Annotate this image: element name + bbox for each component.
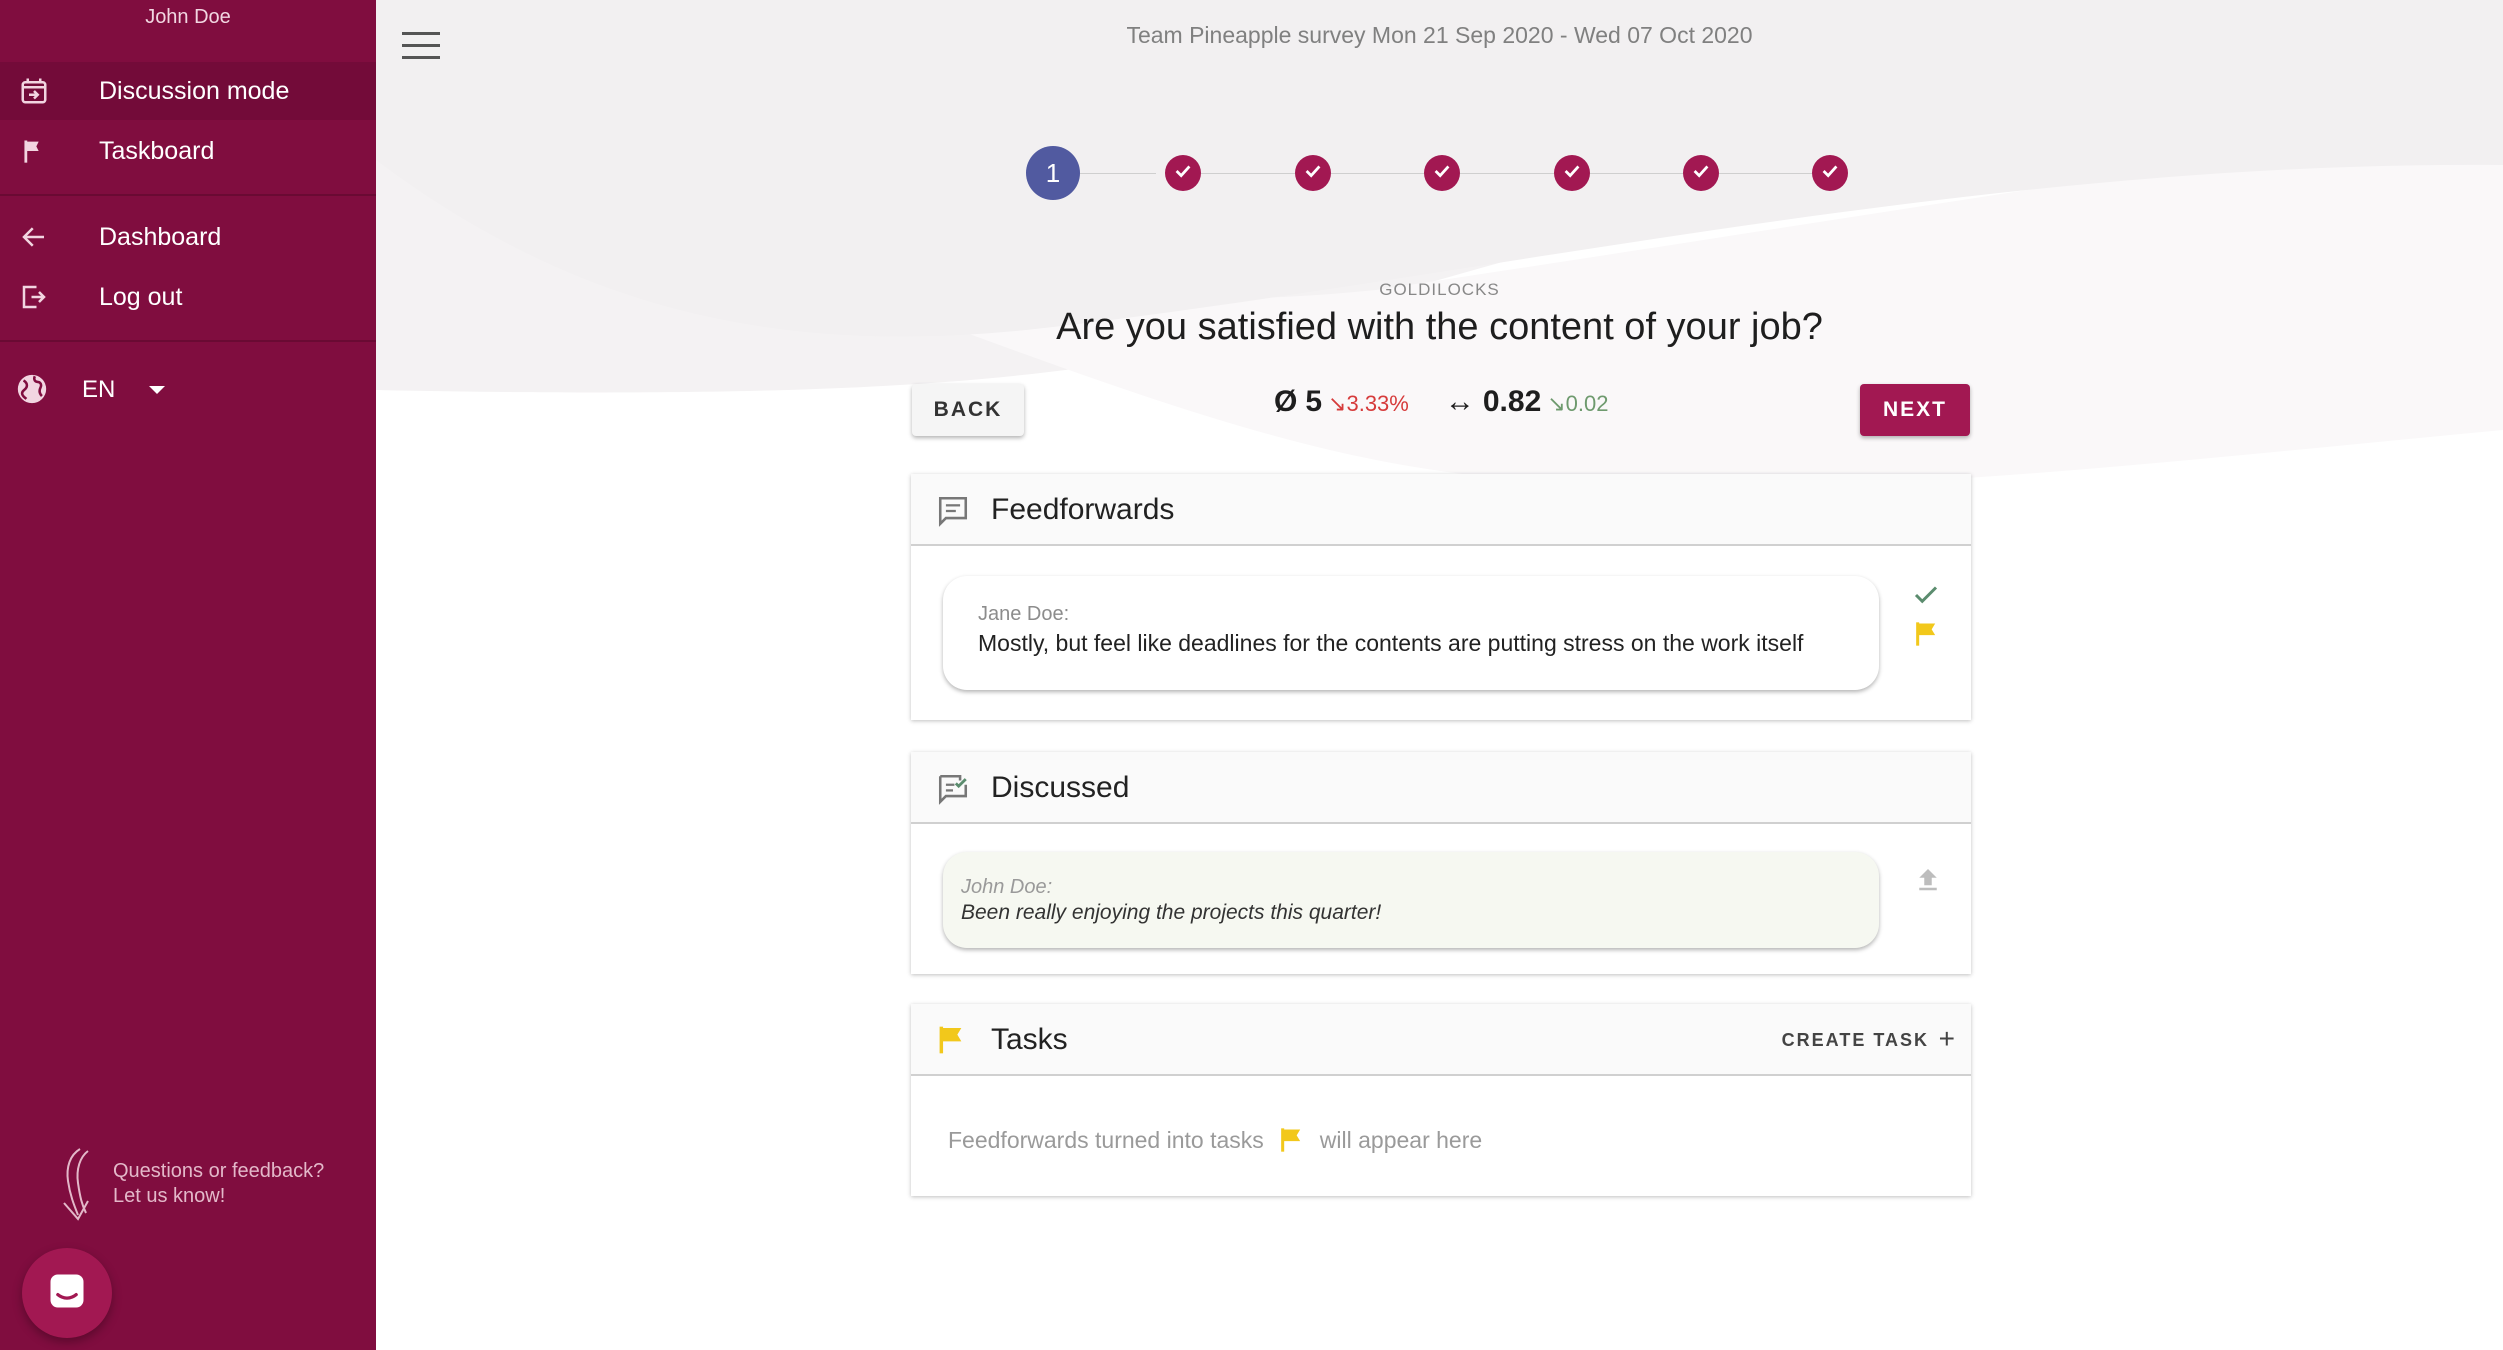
average-value: 5 [1305,385,1323,418]
card-header: Tasks CREATE TASK + [911,1004,1971,1076]
spread-delta: ↘0.02 [1547,391,1609,416]
card-title: Feedforwards [991,493,1175,526]
main-content: Team Pineapple survey Mon 21 Sep 2020 - … [376,0,2503,1350]
sidebar-item-log-out[interactable]: Log out [0,268,376,326]
feedback-prompt: Questions or feedback? Let us know! [50,1145,350,1225]
check-icon [1690,160,1712,187]
tasks-card: Tasks CREATE TASK + Feedforwards turned … [911,1004,1971,1196]
step-completed[interactable] [1683,155,1719,191]
step-current[interactable]: 1 [1026,146,1080,200]
empty-text-after: will appear here [1319,1126,1483,1153]
chevron-down-icon [149,386,165,394]
discussed-card: Discussed John Doe: Been really enjoying… [911,752,1971,974]
question-stats: Ø 5 ↘3.33% ↔ 0.82 ↘0.02 [1274,385,1609,425]
discussed-message: Been really enjoying the projects this q… [961,901,1382,924]
check-icon [1819,160,1841,187]
discussed-author: John Doe: [961,876,1053,898]
mark-discussed-check-icon[interactable] [1911,580,1941,615]
sidebar-item-label: Taskboard [99,136,215,165]
chat-button[interactable] [22,1248,112,1338]
next-button[interactable]: NEXT [1860,384,1970,436]
chat-icon [45,1269,89,1318]
step-completed[interactable] [1812,155,1848,191]
step-completed[interactable] [1295,155,1331,191]
question-category: GOLDILOCKS [1379,280,1500,299]
language-code: EN [82,376,116,403]
calendar-arrow-icon [17,74,51,108]
feedforward-bubble: Jane Doe: Mostly, but feel like deadline… [943,576,1879,690]
flag-icon [1278,1126,1306,1154]
step-connector [1201,173,1295,174]
question-text: Are you satisfied with the content of yo… [1056,306,1823,348]
card-title: Tasks [991,1023,1068,1056]
flag-icon [17,134,51,168]
upload-icon[interactable] [1913,864,1943,899]
spread-value: 0.82 [1482,385,1542,418]
empty-text-before: Feedforwards turned into tasks [948,1126,1264,1153]
step-connector [1080,173,1156,174]
step-connector [1590,173,1683,174]
check-icon [1561,160,1583,187]
step-completed[interactable] [1554,155,1590,191]
spread-symbol: ↔ [1444,385,1475,418]
step-completed[interactable] [1165,155,1201,191]
check-icon [1172,160,1194,187]
step-connector [1460,173,1554,174]
sidebar-item-dashboard[interactable]: Dashboard [0,208,376,266]
language-selector[interactable]: EN [0,367,376,413]
user-name: John Doe [145,6,231,28]
sidebar-item-label: Discussion mode [99,76,290,105]
sidebar-item-label: Log out [99,282,183,311]
feedback-line: Let us know! [113,1185,226,1207]
flag-icon [936,1024,970,1058]
arrow-left-icon [17,220,51,254]
sidebar-item-discussion-mode[interactable]: Discussion mode [0,62,376,120]
card-header: Discussed [911,752,1971,824]
logout-icon [17,280,51,314]
average-delta: ↘3.33% [1328,391,1409,416]
question-stepper: 1 [1026,146,1926,200]
feedforward-message: Mostly, but feel like deadlines for the … [978,630,1804,656]
step-connector [1331,173,1424,174]
step-connector [1719,173,1812,174]
check-icon [1431,160,1453,187]
back-button[interactable]: BACK [912,384,1024,436]
comment-icon [936,494,970,528]
sidebar: John Doe Discussion mode Taskboard Dashb… [0,0,376,1350]
divider [0,340,376,342]
feedback-line: Questions or feedback? [113,1160,325,1182]
plus-icon[interactable]: + [1939,1023,1955,1055]
create-task-button[interactable]: CREATE TASK [1782,1030,1929,1051]
sidebar-item-taskboard[interactable]: Taskboard [0,122,376,180]
globe-icon [15,372,51,408]
tasks-empty-state: Feedforwards turned into tasks will appe… [948,1126,1482,1154]
card-header: Feedforwards [911,474,1971,546]
feedforwards-card: Feedforwards Jane Doe: Mostly, but feel … [911,474,1971,720]
survey-title: Team Pineapple survey Mon 21 Sep 2020 - … [1126,22,1753,48]
step-completed[interactable] [1424,155,1460,191]
background-wave [376,0,2503,488]
curved-arrow-icon [50,1145,106,1225]
discussed-bubble: John Doe: Been really enjoying the proje… [943,852,1879,948]
comment-check-icon [936,772,970,806]
feedforward-author: Jane Doe: [978,603,1070,625]
create-task-flag-icon[interactable] [1913,620,1941,653]
check-icon [1302,160,1324,187]
average-symbol: Ø [1274,385,1298,418]
card-title: Discussed [991,771,1130,804]
divider [0,194,376,196]
sidebar-item-label: Dashboard [99,222,222,251]
